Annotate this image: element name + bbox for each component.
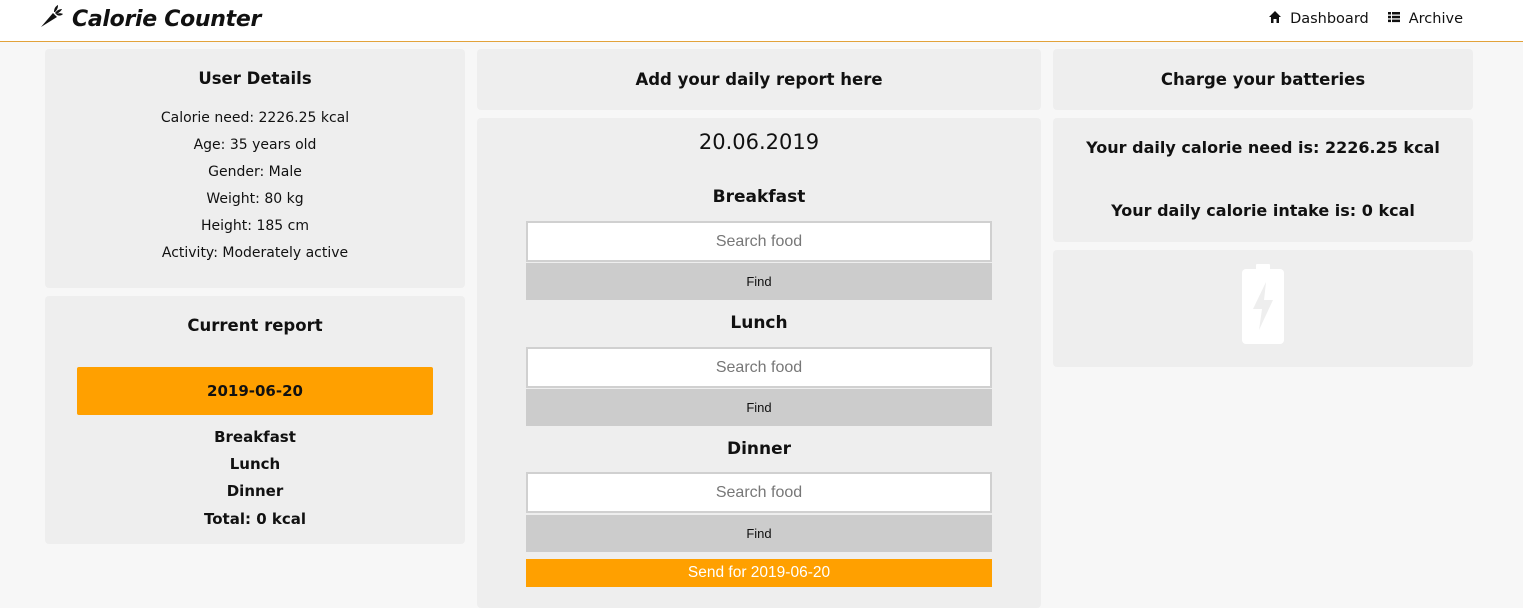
dinner-find-button[interactable]: Find: [526, 515, 992, 552]
top-navbar: Calorie Counter Dashboard Archive: [0, 0, 1523, 42]
add-report-header: Add your daily report here: [477, 49, 1041, 110]
daily-intake-text: Your daily calorie intake is: 0 kcal: [1111, 201, 1415, 220]
charge-header: Charge your batteries: [1053, 49, 1473, 110]
lunch-search-input[interactable]: [526, 347, 992, 388]
daily-report-form: 20.06.2019 Breakfast Find Lunch Find Din…: [477, 118, 1041, 608]
current-report-card: Current report 2019-06-20 Breakfast Lunc…: [45, 296, 465, 544]
breakfast-title: Breakfast: [712, 187, 806, 207]
current-report-heading: Current report: [187, 316, 323, 335]
list-icon: [1387, 10, 1409, 28]
nav-dashboard-label: Dashboard: [1290, 11, 1369, 27]
activity-text: Activity: Moderately active: [161, 245, 349, 261]
lunch-find-button[interactable]: Find: [526, 389, 992, 426]
report-meal-lunch: Lunch: [229, 455, 281, 473]
gender-text: Gender: Male: [208, 164, 302, 180]
home-icon: [1268, 10, 1290, 28]
user-details-card: User Details Calorie need: 2226.25 kcal …: [45, 49, 465, 288]
dinner-search-input[interactable]: [526, 472, 992, 513]
daily-need-text: Your daily calorie need is: 2226.25 kcal: [1086, 138, 1440, 157]
height-text: Height: 185 cm: [201, 218, 309, 234]
report-meal-dinner: Dinner: [226, 482, 284, 500]
brand[interactable]: Calorie Counter: [38, 5, 261, 33]
calorie-need-text: Calorie need: 2226.25 kcal: [160, 110, 350, 126]
report-date: 20.06.2019: [698, 130, 820, 154]
send-report-button[interactable]: Send for 2019-06-20: [526, 559, 992, 587]
user-details-heading: User Details: [198, 69, 312, 88]
breakfast-search-input[interactable]: [526, 221, 992, 262]
age-text: Age: 35 years old: [193, 137, 317, 153]
add-report-heading: Add your daily report here: [635, 70, 883, 89]
charge-heading: Charge your batteries: [1160, 70, 1366, 89]
user-details-list: Calorie need: 2226.25 kcal Age: 35 years…: [45, 105, 465, 267]
report-meal-breakfast: Breakfast: [214, 428, 296, 446]
dinner-title: Dinner: [726, 439, 792, 459]
carrot-icon: [38, 4, 64, 34]
main-nav: Dashboard Archive: [1250, 10, 1463, 28]
app-title: Calorie Counter: [72, 6, 261, 32]
lunch-title: Lunch: [730, 313, 788, 333]
battery-charging-icon: [1242, 264, 1284, 344]
nav-dashboard[interactable]: Dashboard: [1268, 10, 1369, 28]
calorie-summary-card: Your daily calorie need is: 2226.25 kcal…: [1053, 118, 1473, 242]
report-total: Total: 0 kcal: [204, 510, 306, 528]
report-meals-list: Breakfast Lunch Dinner: [45, 424, 465, 505]
nav-archive-label: Archive: [1408, 11, 1463, 27]
weight-text: Weight: 80 kg: [206, 191, 304, 207]
nav-archive[interactable]: Archive: [1387, 10, 1463, 28]
battery-card: [1053, 250, 1473, 367]
breakfast-find-button[interactable]: Find: [526, 263, 992, 300]
report-date-badge[interactable]: 2019-06-20: [77, 367, 433, 415]
